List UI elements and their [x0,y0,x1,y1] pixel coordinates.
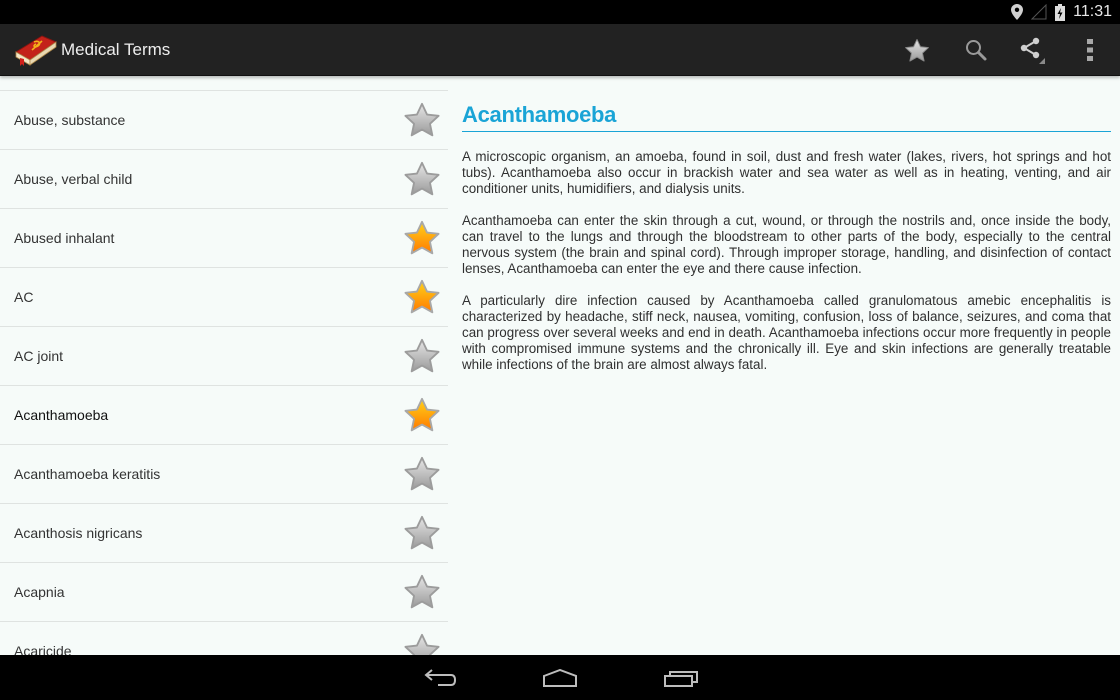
search-icon [966,40,987,61]
home-button[interactable] [520,655,600,700]
favorite-star-off-icon[interactable] [403,102,441,138]
term-list-item[interactable]: Acaricide [0,621,448,655]
term-label: Abuse, substance [14,112,126,128]
star-icon [904,38,930,63]
recent-apps-icon [664,670,698,687]
favorite-star-off-icon[interactable] [403,574,441,610]
share-button[interactable] [1004,24,1060,76]
back-button[interactable] [400,655,480,700]
definition-paragraph: Acanthamoeba can enter the skin through … [462,213,1111,276]
term-definition: A microscopic organism, an amoeba, found… [462,149,1111,389]
recent-apps-button[interactable] [641,655,721,700]
favorites-button[interactable] [889,24,945,76]
clock: 11:31 [1073,3,1112,20]
term-label: AC [14,289,34,305]
search-button[interactable] [948,24,1004,76]
favorite-star-on-icon[interactable] [403,397,441,433]
medical-book-icon[interactable] [12,32,58,68]
term-detail: Acanthamoeba A microscopic organism, an … [448,76,1120,655]
share-icon [1020,37,1045,64]
favorite-star-on-icon[interactable] [403,220,441,256]
location-icon [1011,4,1024,20]
term-label: Abused inhalant [14,230,115,246]
term-title: Acanthamoeba [462,102,1111,132]
term-list-item[interactable]: AC [0,267,448,326]
term-list-item[interactable]: Abuse, substance [0,90,448,149]
term-list-item[interactable]: Acanthamoeba [0,385,448,444]
term-label: Acanthamoeba [14,407,109,423]
term-list-item[interactable]: Acanthosis nigricans [0,503,448,562]
term-label: Abuse, verbal child [14,171,133,187]
app-title: Medical Terms [61,40,171,59]
term-label: Acaricide [14,643,72,655]
term-list-item[interactable]: Abuse, verbal child [0,149,448,208]
definition-paragraph: A microscopic organism, an amoeba, found… [462,149,1111,196]
status-icons: 11:31 [1011,0,1112,24]
term-label: Acanthosis nigricans [14,525,143,541]
status-bar: 11:31 [0,0,1120,24]
favorite-star-on-icon[interactable] [403,279,441,315]
term-list-item[interactable]: Acanthamoeba keratitis [0,444,448,503]
term-label: Acanthamoeba keratitis [14,466,161,482]
term-list-item[interactable]: Abused inhalant [0,208,448,267]
favorite-star-off-icon[interactable] [403,456,441,492]
term-list[interactable]: Abuse, substance Abuse, verbal child Abu… [0,76,448,655]
action-bar: Medical Terms [0,24,1120,76]
favorite-star-off-icon[interactable] [403,161,441,197]
favorite-star-off-icon[interactable] [403,338,441,374]
term-label: Acapnia [14,584,65,600]
signal-icon [1031,4,1047,20]
favorite-star-off-icon[interactable] [403,633,441,655]
system-nav-bar [0,655,1120,700]
term-label: AC joint [14,348,64,364]
definition-paragraph: A particularly dire infection caused by … [462,293,1111,372]
home-icon [543,668,577,687]
battery-charging-icon [1055,3,1066,21]
favorite-star-off-icon[interactable] [403,515,441,551]
term-list-item[interactable]: Acapnia [0,562,448,621]
more-vert-icon [1087,39,1093,61]
term-list-item[interactable]: AC joint [0,326,448,385]
overflow-menu-button[interactable] [1062,24,1118,76]
back-icon [424,668,456,686]
